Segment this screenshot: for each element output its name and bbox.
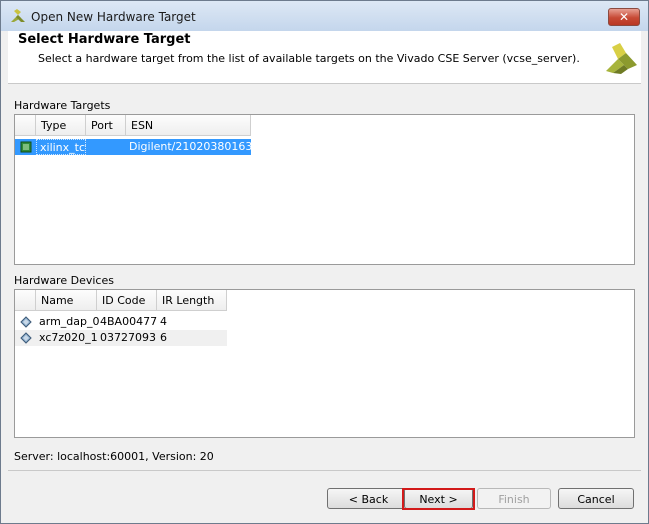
column-header-type[interactable]: Type — [36, 115, 86, 136]
footer-divider — [8, 470, 641, 471]
column-header-ir-length[interactable]: IR Length — [157, 290, 227, 311]
server-status-text: Server: localhost:60001, Version: 20 — [14, 450, 214, 463]
dialog-window: Open New Hardware Target ✕ Select Hardwa… — [0, 0, 649, 524]
target-type-cell: xilinx_tcf — [36, 139, 89, 155]
device-ir-length-cell: 6 — [160, 331, 167, 344]
vivado-app-icon — [11, 9, 25, 22]
device-name-cell: arm_dap_0 — [39, 315, 100, 328]
device-id-code-cell: 4BA00477 — [100, 315, 158, 328]
table-row[interactable]: xilinx_tcf Digilent/210203801639A — [15, 139, 267, 155]
table-row[interactable]: xc7z020_1 03727093 6 — [15, 330, 227, 346]
column-header-name[interactable]: Name — [36, 290, 97, 311]
page-title: Select Hardware Target — [18, 32, 191, 47]
row-icon-cell — [15, 139, 36, 155]
hardware-targets-table[interactable]: Type Port ESN xilinx_tcf Digilent/210203… — [14, 114, 635, 265]
next-button-highlight — [402, 488, 475, 510]
device-ir-length-cell: 4 — [160, 315, 167, 328]
device-id-code-cell: 03727093 — [100, 331, 156, 344]
page-description: Select a hardware target from the list o… — [38, 52, 580, 65]
column-header-port[interactable]: Port — [86, 115, 126, 136]
target-port-cell — [86, 139, 126, 155]
hardware-devices-table[interactable]: Name ID Code IR Length arm_dap_0 4BA0047… — [14, 289, 635, 438]
target-esn-cell: Digilent/210203801639A — [126, 139, 267, 155]
row-header-corner — [15, 290, 36, 311]
column-header-esn[interactable]: ESN — [126, 115, 251, 136]
close-button[interactable]: ✕ — [608, 8, 640, 26]
device-chip-icon — [20, 332, 32, 344]
back-button[interactable]: < Back — [327, 488, 410, 509]
device-name-cell: xc7z020_1 — [39, 331, 98, 344]
hardware-targets-label: Hardware Targets — [14, 99, 111, 112]
table-row[interactable]: arm_dap_0 4BA00477 4 — [15, 314, 227, 330]
title-bar[interactable]: Open New Hardware Target ✕ — [1, 1, 648, 31]
column-header-id-code[interactable]: ID Code — [97, 290, 157, 311]
row-header-corner — [15, 115, 36, 136]
hardware-devices-label: Hardware Devices — [14, 274, 114, 287]
finish-button[interactable]: Finish — [477, 488, 551, 509]
device-chip-icon — [20, 316, 32, 328]
wizard-header: Select Hardware Target Select a hardware… — [8, 31, 641, 84]
window-title: Open New Hardware Target — [31, 10, 196, 24]
cancel-button[interactable]: Cancel — [558, 488, 634, 509]
close-icon: ✕ — [618, 10, 630, 24]
vivado-logo-icon — [606, 43, 637, 74]
hardware-target-icon — [20, 141, 32, 153]
